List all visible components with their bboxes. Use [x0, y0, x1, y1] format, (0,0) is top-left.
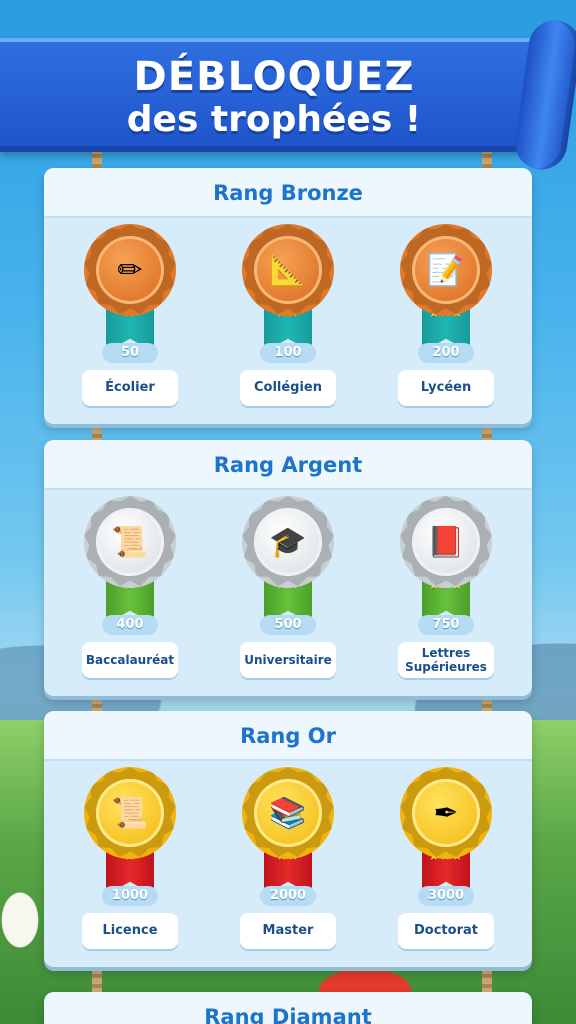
- trophy-label[interactable]: Doctorat: [398, 913, 494, 949]
- pencil-icon: ✏: [96, 236, 164, 304]
- trophy-label[interactable]: Licence: [82, 913, 178, 949]
- silver-medal: 📕: [400, 496, 492, 588]
- gold-medal: 📚: [242, 767, 334, 859]
- scroll-icon: 📜: [96, 779, 164, 847]
- cap-books-icon: 📚: [254, 779, 322, 847]
- points-badge: 400: [102, 615, 158, 635]
- silver-medal: 🎓: [242, 496, 334, 588]
- rank-panel-diamond: Rang Diamant: [44, 992, 532, 1024]
- title-banner: DÉBLOQUEZ des trophées !: [0, 17, 576, 173]
- gold-medal: ✒: [400, 767, 492, 859]
- points-badge: 1000: [102, 886, 158, 906]
- diploma-scroll-icon: 📜: [96, 508, 164, 576]
- points-badge: 2000: [260, 886, 316, 906]
- trophy-label[interactable]: Lettres Supérieures: [398, 642, 494, 678]
- rank-panel-gold: Rang Or ★ 📜 1000 Licence ★★ 📚 2000 Maste…: [44, 711, 532, 967]
- rank-title: Rang Bronze: [44, 168, 532, 218]
- banner-title: DÉBLOQUEZ: [133, 54, 415, 100]
- points-badge: 750: [418, 615, 474, 635]
- points-badge: 500: [260, 615, 316, 635]
- rank-panel-bronze: Rang Bronze ★ ✏ 50 Écolier ★★ 📐 100 Coll…: [44, 168, 532, 424]
- banner-subtitle: des trophées !: [126, 99, 422, 140]
- gold-medal: 📜: [84, 767, 176, 859]
- bronze-medal: 📝: [400, 224, 492, 316]
- rank-title: Rang Diamant: [44, 992, 532, 1024]
- trophy-label[interactable]: Lycéen: [398, 370, 494, 406]
- rank-title: Rang Or: [44, 711, 532, 761]
- graduation-cap-icon: 🎓: [254, 508, 322, 576]
- points-badge: 50: [102, 343, 158, 363]
- notes-icon: 📝: [412, 236, 480, 304]
- silver-medal: 📜: [84, 496, 176, 588]
- points-badge: 100: [260, 343, 316, 363]
- points-badge: 200: [418, 343, 474, 363]
- bronze-medal: ✏: [84, 224, 176, 316]
- points-badge: 3000: [418, 886, 474, 906]
- rank-panel-silver: Rang Argent ★ 📜 400 Baccalauréat ★★ 🎓 50…: [44, 440, 532, 696]
- ruler-pencil-icon: 📐: [254, 236, 322, 304]
- bronze-medal: 📐: [242, 224, 334, 316]
- book-icon: 📕: [412, 508, 480, 576]
- trophy-label[interactable]: Baccalauréat: [82, 642, 178, 678]
- trophy-label[interactable]: Collégien: [240, 370, 336, 406]
- trophy-label[interactable]: Master: [240, 913, 336, 949]
- trophy-label[interactable]: Écolier: [82, 370, 178, 406]
- rank-title: Rang Argent: [44, 440, 532, 490]
- trophy-label[interactable]: Universitaire: [240, 642, 336, 678]
- scroll-roll-icon: [511, 17, 576, 173]
- quill-scroll-icon: ✒: [412, 779, 480, 847]
